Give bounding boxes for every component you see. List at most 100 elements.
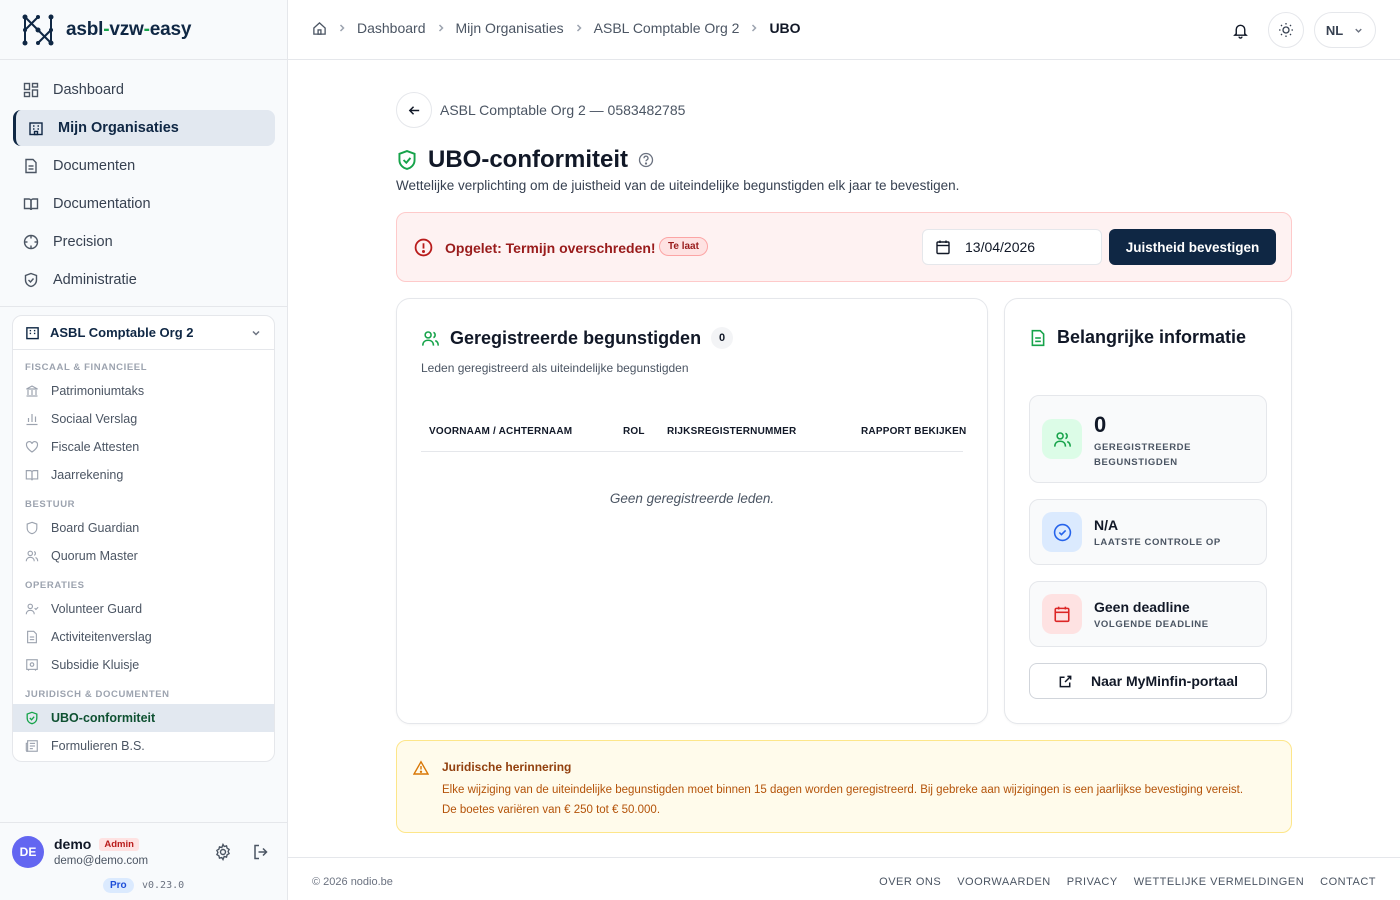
calendar-icon xyxy=(936,240,950,255)
nav-item-label: Mijn Organisaties xyxy=(58,120,179,136)
breadcrumb-item-organisaties[interactable]: Mijn Organisaties xyxy=(456,20,564,36)
sub-item-fiscale-attesten[interactable]: Fiscale Attesten xyxy=(13,433,274,461)
nav-item-label: Documenten xyxy=(53,158,136,174)
grid-icon xyxy=(23,82,39,98)
building-icon xyxy=(29,122,43,136)
sub-item-label: Subsidie Kluisje xyxy=(51,658,140,672)
alert-message: Opgelet: Termijn overschreden! xyxy=(445,240,656,256)
shield-check-icon xyxy=(398,150,416,170)
footer-link-voorwaarden[interactable]: VOORWAARDEN xyxy=(957,876,1051,888)
user-check-icon xyxy=(25,603,39,615)
language-value: NL xyxy=(1325,22,1344,38)
column-header: RAPPORT BEKIJKEN xyxy=(861,426,967,437)
myminfin-portal-button[interactable]: Naar MyMinfin-portaal xyxy=(1029,663,1267,699)
divider xyxy=(0,59,287,60)
sub-item-label: UBO-conformiteit xyxy=(51,711,156,725)
sub-item-label: Activiteitenverslag xyxy=(51,630,152,644)
sub-item-ubo-conformiteit[interactable]: UBO-conformiteit xyxy=(13,704,274,732)
breadcrumb-item-dashboard[interactable]: Dashboard xyxy=(357,20,426,36)
back-button[interactable] xyxy=(396,92,432,128)
bank-icon xyxy=(26,385,38,397)
nav-item-precision[interactable]: Precision xyxy=(13,224,275,260)
sub-item-volunteer-guard[interactable]: Volunteer Guard xyxy=(13,595,274,623)
sub-item-formulieren-bs[interactable]: Formulieren B.S. xyxy=(13,732,274,760)
sub-item-patrimoniumtaks[interactable]: Patrimoniumtaks xyxy=(13,377,274,405)
bar-chart-icon xyxy=(26,414,38,426)
section-label: FISCAAL & FINANCIEEL xyxy=(25,362,148,373)
button-label: Naar MyMinfin-portaal xyxy=(1090,673,1238,689)
stat-value: N/A xyxy=(1094,517,1119,533)
confirm-button[interactable]: Juistheid bevestigen xyxy=(1109,229,1276,265)
breadcrumb-item-org[interactable]: ASBL Comptable Org 2 xyxy=(594,20,740,36)
avatar[interactable]: DE xyxy=(12,836,44,868)
nav-item-documentation[interactable]: Documentation xyxy=(13,186,275,222)
breadcrumb: Dashboard Mijn Organisaties ASBL Comptab… xyxy=(312,20,801,36)
sub-item-quorum-master[interactable]: Quorum Master xyxy=(13,542,274,570)
logout-icon[interactable] xyxy=(252,843,270,861)
sub-item-board-guardian[interactable]: Board Guardian xyxy=(13,514,274,542)
column-header: RIJKSREGISTERNUMMER xyxy=(667,426,797,437)
stat-icon-box xyxy=(1042,512,1082,552)
footer-link-over-ons[interactable]: OVER ONS xyxy=(879,876,941,888)
warning-triangle-icon xyxy=(413,760,429,775)
theme-toggle-button[interactable] xyxy=(1268,12,1304,48)
org-name: ASBL Comptable Org 2 xyxy=(50,325,194,340)
users-icon xyxy=(25,550,39,562)
file-icon xyxy=(27,630,37,644)
sub-item-label: Quorum Master xyxy=(51,549,138,563)
nav-item-mijn-organisaties[interactable]: Mijn Organisaties xyxy=(13,110,275,146)
sub-item-sociaal-verslag[interactable]: Sociaal Verslag xyxy=(13,405,274,433)
chevron-right-icon xyxy=(339,24,345,32)
stat-last-check: N/A LAATSTE CONTROLE OP xyxy=(1029,499,1267,565)
footer-link-contact[interactable]: CONTACT xyxy=(1320,876,1376,888)
chevron-right-icon xyxy=(576,24,582,32)
section-label: BESTUUR xyxy=(25,499,76,510)
sub-item-label: Jaarrekening xyxy=(51,468,124,482)
org-identifier: ASBL Comptable Org 2 — 0583482785 xyxy=(440,102,686,118)
alert-circle-icon xyxy=(414,238,433,257)
newspaper-icon xyxy=(25,740,38,752)
footer-link-wettelijke-vermeldingen[interactable]: WETTELIJKE VERMELDINGEN xyxy=(1134,876,1304,888)
notifications-button[interactable] xyxy=(1222,12,1258,48)
sub-item-activiteitenverslag[interactable]: Activiteitenverslag xyxy=(13,623,274,651)
beneficiaries-card: Geregistreerde begunstigden 0 Leden gere… xyxy=(396,298,988,724)
sub-item-label: Sociaal Verslag xyxy=(51,412,138,426)
nav-item-dashboard[interactable]: Dashboard xyxy=(13,72,275,108)
stat-label: VOLGENDE DEADLINE xyxy=(1094,619,1209,630)
arrow-left-icon xyxy=(408,105,419,115)
date-input[interactable]: 13/04/2026 xyxy=(922,229,1102,265)
brand[interactable]: asbl-vzw-easy xyxy=(20,12,191,48)
sun-icon xyxy=(1279,23,1293,37)
stat-icon-box xyxy=(1042,419,1082,459)
page-title-row: UBO-conformiteit xyxy=(396,146,654,174)
sub-item-jaarrekening[interactable]: Jaarrekening xyxy=(13,461,274,489)
users-icon xyxy=(422,330,439,346)
check-circle-icon xyxy=(1053,523,1071,541)
help-icon[interactable] xyxy=(638,152,654,168)
nav-item-administratie[interactable]: Administratie xyxy=(13,262,275,298)
file-icon xyxy=(25,158,37,174)
stat-label: GEREGISTREERDE BEGUNSTIGDEN xyxy=(1094,442,1192,468)
stat-value: Geen deadline xyxy=(1094,599,1190,615)
column-header: ROL xyxy=(623,426,645,437)
count-badge: 0 xyxy=(711,327,734,349)
sidebar: asbl-vzw-easy Dashboard Mijn Organisatie… xyxy=(0,0,288,900)
language-select[interactable]: NL xyxy=(1314,12,1376,48)
org-selector[interactable]: ASBL Comptable Org 2 xyxy=(13,316,274,350)
legal-reminder: Juridische herinnering Elke wijziging va… xyxy=(396,740,1292,833)
section-label: OPERATIES xyxy=(25,580,85,591)
home-icon[interactable] xyxy=(312,21,327,36)
page-subtitle: Wettelijke verplichting om de juistheid … xyxy=(396,178,960,193)
nav-item-documenten[interactable]: Documenten xyxy=(13,148,275,184)
shield-check-icon xyxy=(26,711,38,725)
status-badge: Te laat xyxy=(659,237,708,256)
gear-icon[interactable] xyxy=(214,843,232,861)
page-title: UBO-conformiteit xyxy=(428,146,628,173)
footer-link-privacy[interactable]: PRIVACY xyxy=(1067,876,1118,888)
sub-item-subsidie-kluisje[interactable]: Subsidie Kluisje xyxy=(13,651,274,679)
date-value: 13/04/2026 xyxy=(965,239,1036,255)
nav-item-label: Dashboard xyxy=(53,82,124,98)
user-email: demo@demo.com xyxy=(54,855,149,867)
legal-line: De boetes variëren van € 250 tot € 50.00… xyxy=(442,804,661,816)
column-header: VOORNAAM / ACHTERNAAM xyxy=(429,426,573,437)
